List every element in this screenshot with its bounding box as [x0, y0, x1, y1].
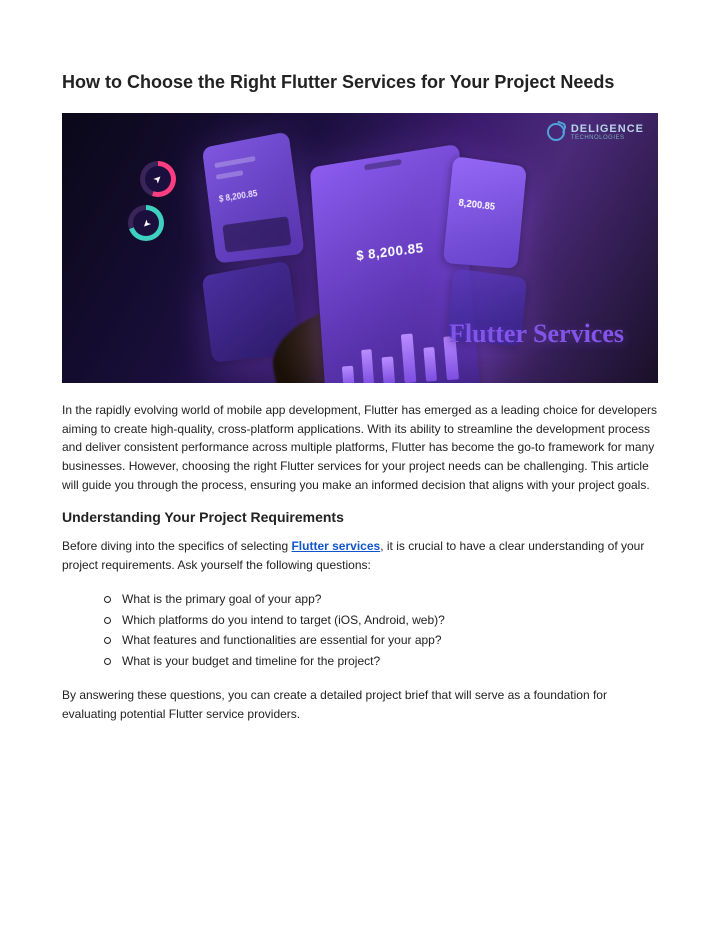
text-fragment: Before diving into the specifics of sele…: [62, 539, 291, 553]
progress-ring-down-icon: ➤: [128, 205, 164, 241]
brand-subtitle: TECHNOLOGIES: [571, 135, 644, 141]
floating-card-right-top: 8,200.85: [443, 156, 527, 269]
intro-paragraph: In the rapidly evolving world of mobile …: [62, 401, 658, 494]
brand-text: DELIGENCE TECHNOLOGIES: [571, 124, 644, 141]
hero-caption: Flutter Services: [449, 319, 624, 349]
flutter-services-link[interactable]: Flutter services: [291, 539, 380, 553]
progress-ring-up-icon: ➤: [140, 161, 176, 197]
card-amount: $ 8,200.85: [218, 188, 258, 204]
brand-name: DELIGENCE: [571, 124, 644, 135]
card-amount: 8,200.85: [458, 198, 495, 213]
brand-logo: DELIGENCE TECHNOLOGIES: [547, 123, 644, 141]
list-item: What is your budget and timeline for the…: [122, 651, 658, 671]
section-paragraph: By answering these questions, you can cr…: [62, 686, 658, 723]
hero-image: DELIGENCE TECHNOLOGIES ➤ ➤ $ 8,200.85 $ …: [62, 113, 658, 383]
floating-card-left-top: $ 8,200.85: [202, 132, 305, 264]
list-item: What is the primary goal of your app?: [122, 589, 658, 609]
list-item: Which platforms do you intend to target …: [122, 610, 658, 630]
phone-amount: $ 8,200.85: [356, 239, 424, 263]
brand-icon: [547, 123, 565, 141]
list-item: What features and functionalities are es…: [122, 630, 658, 650]
article-title: How to Choose the Right Flutter Services…: [62, 70, 658, 95]
section-paragraph: Before diving into the specifics of sele…: [62, 537, 658, 574]
requirements-list: What is the primary goal of your app? Wh…: [62, 589, 658, 671]
section-heading: Understanding Your Project Requirements: [62, 509, 658, 525]
